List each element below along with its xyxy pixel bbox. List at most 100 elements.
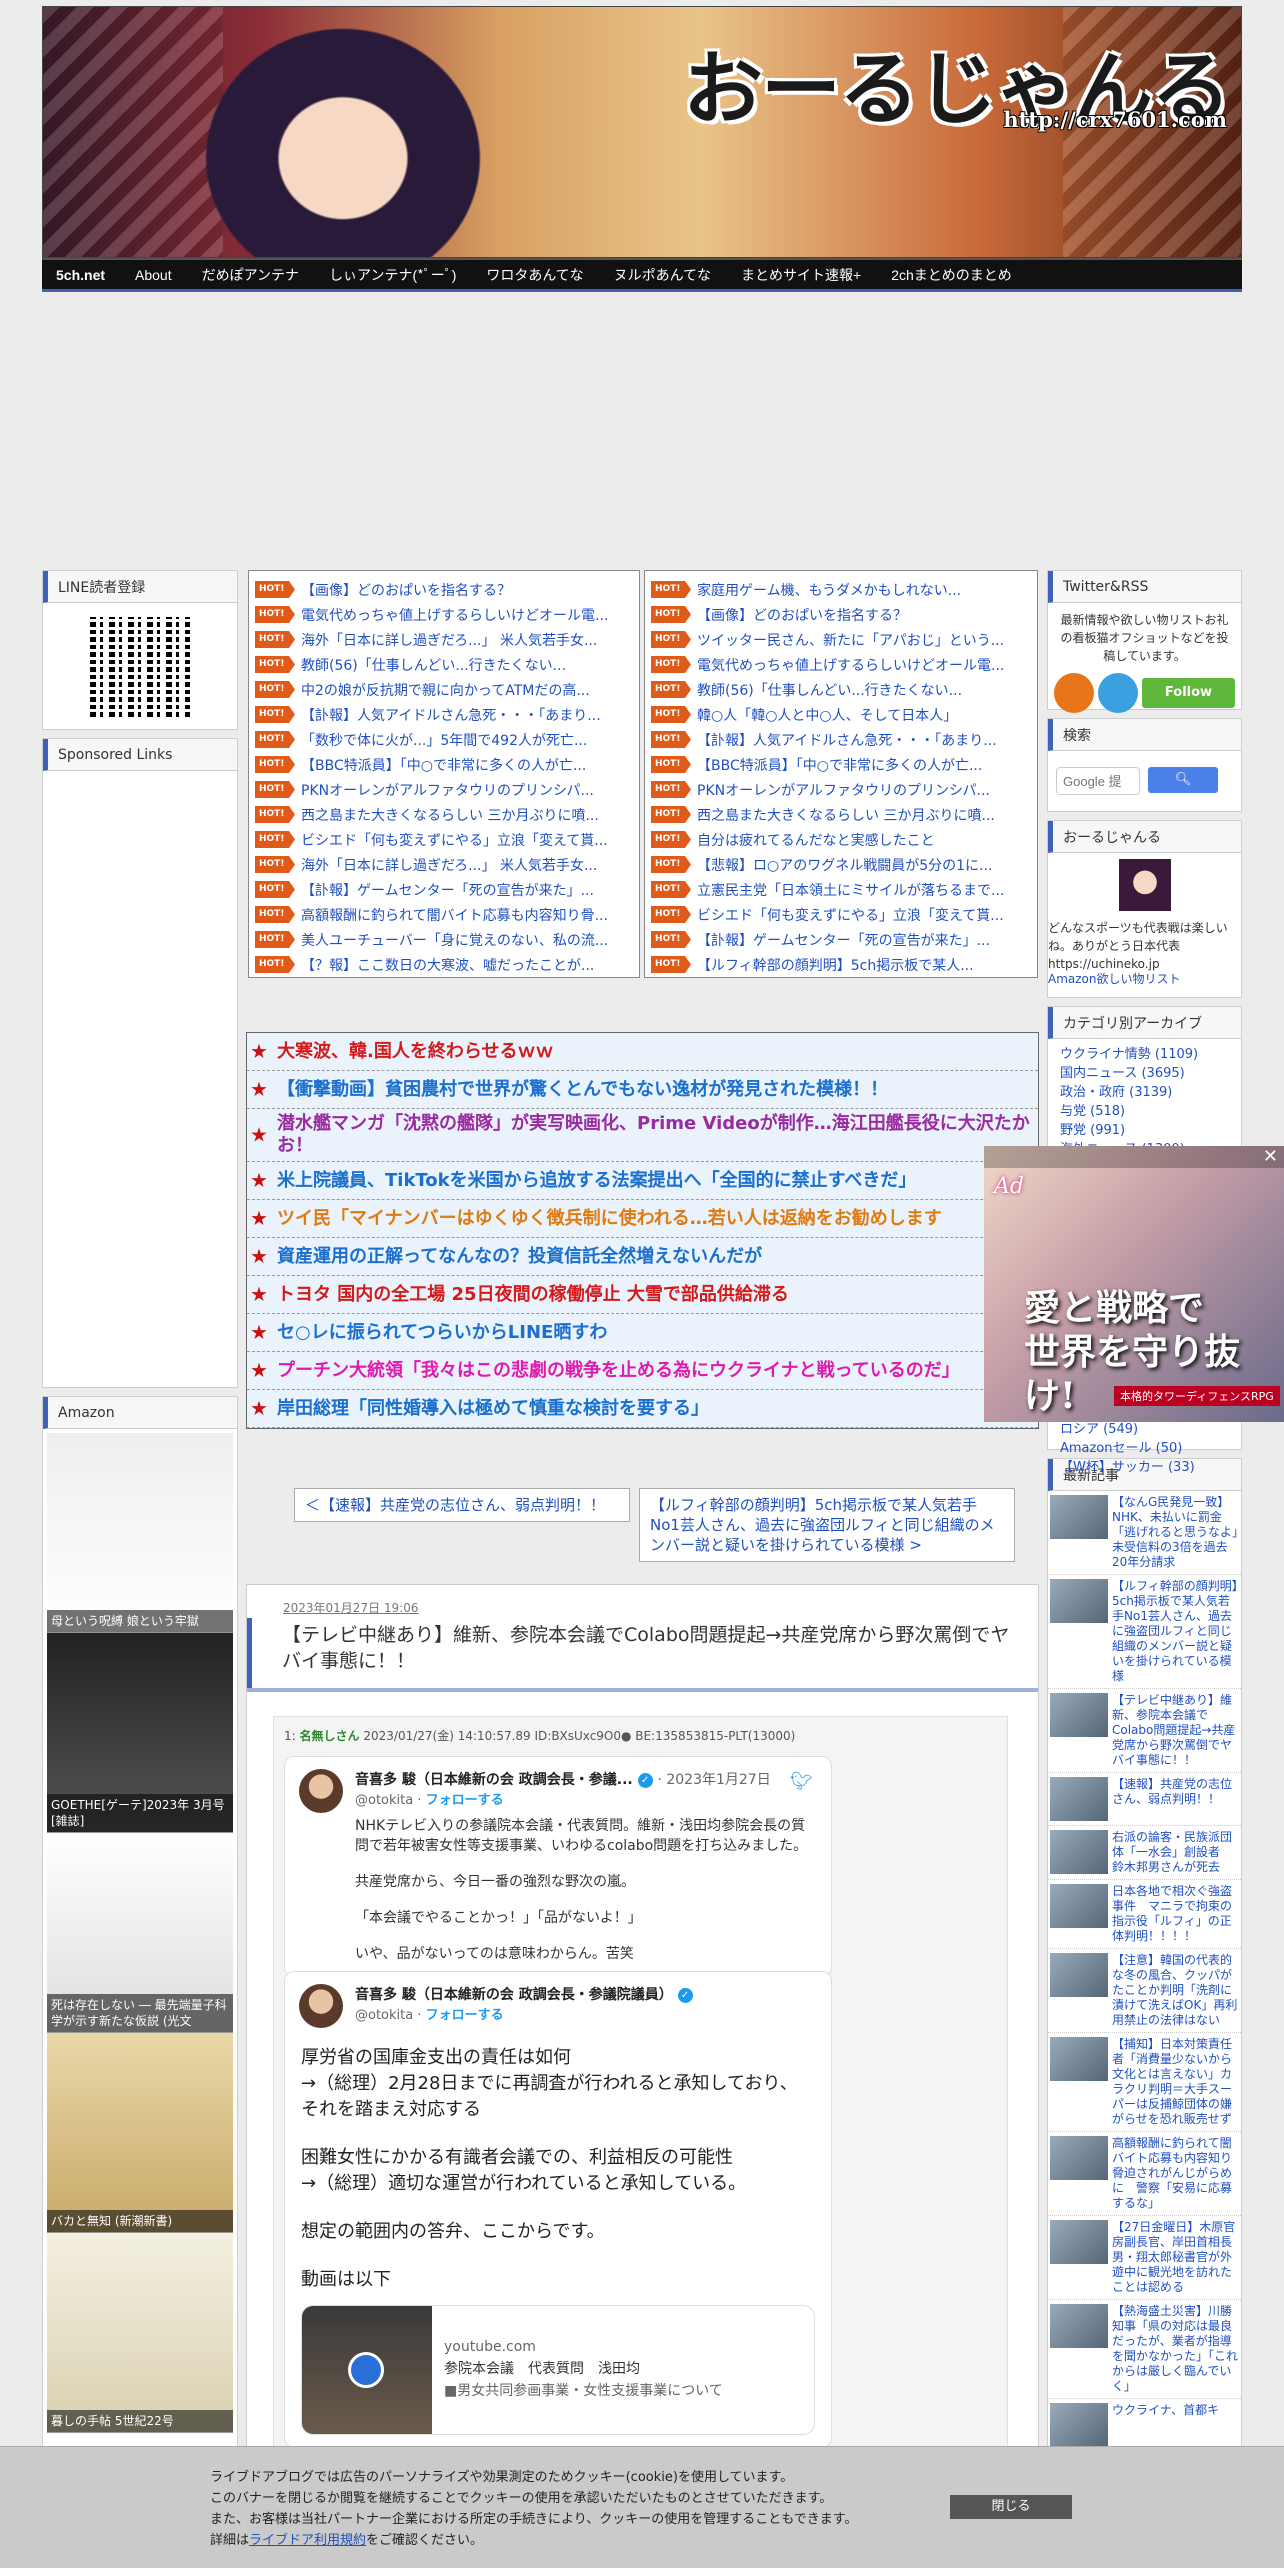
twitter-bird-icon[interactable]: 🐦︎ <box>790 1771 813 1792</box>
news-thumbnail[interactable] <box>1050 1884 1108 1928</box>
headline-link[interactable]: セ○レに振られてつらいからLINE晒すわ <box>277 1322 607 1344</box>
news-item[interactable]: ウクライナ、首都キ <box>1048 2399 1241 2452</box>
news-thumbnail[interactable] <box>1050 1953 1108 1997</box>
news-thumbnail[interactable] <box>1050 2136 1108 2180</box>
news-item[interactable]: 右派の論客・民族派団体「一水会」創設者 鈴木邦男さんが死去 <box>1048 1826 1241 1880</box>
embedded-tweet-2[interactable]: 音喜多 駿（日本維新の会 政調会長・参議院議員） ✓ @otokita · フォ… <box>284 1971 832 2448</box>
news-thumbnail[interactable] <box>1050 1579 1108 1623</box>
rss-link[interactable]: PKNオーレンがアルファタウリのプリンシパ... <box>301 780 594 800</box>
tweet-date[interactable]: · 2023年1月27日 <box>657 1772 770 1788</box>
rss-item[interactable]: HOT! ビシエド「何も変えずにやる」立浪「変えて貰... <box>255 827 633 852</box>
news-item[interactable]: 【捕知】日本対策責任者「消費量少ないから文化とは言えない」カラクリ判明＝大手スー… <box>1048 2033 1241 2132</box>
rss-link[interactable]: 海外「日本に詳し過ぎだろ...」 米人気若手女... <box>301 855 597 875</box>
rss-link[interactable]: ビシエド「何も変えずにやる」立浪「変えて貰... <box>301 830 608 850</box>
category-link[interactable]: 国内ニュース (3695) <box>1048 1064 1241 1083</box>
profile-avatar[interactable] <box>1118 859 1171 911</box>
headline-item[interactable]: トヨタ 国内の全工場 25日夜間の稼働停止 大雪で部品供給滞る <box>247 1276 1038 1314</box>
close-icon[interactable]: ✕ <box>1263 1146 1278 1167</box>
news-item[interactable]: 【テレビ中継あり】維新、参院本会議でColabo問題提起→共産党席から野次罵倒で… <box>1048 1689 1241 1773</box>
headline-item[interactable]: 潜水艦マンガ「沈黙の艦隊」が実写映画化、Prime Videoが制作…海江田艦長… <box>247 1109 1038 1162</box>
amazon-book[interactable]: バカと無知 (新潮新書) <box>47 2033 233 2233</box>
rss-item[interactable]: HOT! 高額報酬に釣られて闇バイト応募も内容知り骨... <box>255 902 633 927</box>
category-link[interactable]: 政治・政府 (3139) <box>1048 1083 1241 1102</box>
rss-link[interactable]: 【訃報】人気アイドルさん急死・・・「あまり... <box>697 730 997 750</box>
next-article-link[interactable]: 【ルフィ幹部の顔判明】5ch掲示板で某人気若手No1芸人さん、過去に強盗団ルフィ… <box>639 1488 1015 1562</box>
rss-link[interactable]: 韓○人「韓○人と中○人、そして日本人」 <box>697 705 957 725</box>
rss-link[interactable]: 【画像】どのおぱいを指名する？ <box>301 580 511 600</box>
nav-link-1[interactable]: About <box>135 267 172 283</box>
qr-code-icon[interactable] <box>82 609 198 725</box>
rss-link[interactable]: 【画像】どのおぱいを指名する？ <box>697 605 907 625</box>
headline-link[interactable]: 岸田総理「同性婚導入は極めて慎重な検討を要する」 <box>277 1398 709 1420</box>
news-thumbnail[interactable] <box>1050 2403 1108 2447</box>
rss-item[interactable]: HOT! 【画像】どのおぱいを指名する？ <box>255 577 633 602</box>
article-title[interactable]: 【テレビ中継あり】維新、参院本会議でColabo問題提起→共産党席から野次罵倒で… <box>247 1618 1038 1688</box>
hatena-icon[interactable] <box>1098 673 1138 713</box>
youtube-card[interactable]: youtube.com 参院本会議 代表質問 浅田均 ■男女共同参画事業・女性支… <box>301 2305 815 2435</box>
profile-link-wishlist[interactable]: Amazon欲しい物リスト <box>1048 972 1241 987</box>
rss-link[interactable]: 【？報】ここ数日の大寒波、嘘だったことが... <box>301 955 594 975</box>
rss-link[interactable]: 電気代めっちゃ値上げするらしいけどオール電... <box>697 655 1004 675</box>
rss-item[interactable]: HOT! 西之島また大きくなるらしい 三か月ぶりに噴... <box>651 802 1031 827</box>
article-date[interactable]: 2023年01月27日 19:06 <box>247 1585 1038 1616</box>
rss-item[interactable]: HOT! 【ルフィ幹部の顔判明】5ch掲示板で某人... <box>651 952 1031 977</box>
rss-item[interactable]: HOT! 家庭用ゲーム機、もうダメかもしれない... <box>651 577 1031 602</box>
headline-link[interactable]: ツイ民「マイナンバーはゆくゆく徴兵制に使われる…若い人は返納をお勧めします <box>277 1208 942 1230</box>
news-link[interactable]: 【テレビ中継あり】維新、参院本会議でColabo問題提起→共産党席から野次罵倒で… <box>1112 1693 1239 1768</box>
headline-link[interactable]: トヨタ 国内の全工場 25日夜間の稼働停止 大雪で部品供給滞る <box>277 1284 789 1306</box>
amazon-book[interactable]: 母という呪縛 娘という牢獄 <box>47 1433 233 1633</box>
news-item[interactable]: 【ルフィ幹部の顔判明】5ch掲示板で某人気若手No1芸人さん、過去に強盗団ルフィ… <box>1048 1575 1241 1689</box>
rss-link[interactable]: 【訃報】ゲームセンター「死の宣告が来た」... <box>301 880 594 900</box>
news-link[interactable]: 【熱海盛土災害】川勝知事「県の対応は最良だったが、業者が指導を聞かなかった」「こ… <box>1112 2304 1239 2394</box>
rss-item[interactable]: HOT! 【訃報】人気アイドルさん急死・・・「あまり... <box>651 727 1031 752</box>
news-item[interactable]: 【27日金曜日】木原官房副長官、岸田首相長男・翔太郎秘書官が外遊中に観光地を訪れ… <box>1048 2216 1241 2300</box>
rss-link[interactable]: 【BBC特派員】「中○で非常に多くの人が亡... <box>697 755 982 775</box>
headline-item[interactable]: 岸田総理「同性婚導入は極めて慎重な検討を要する」 <box>247 1390 1038 1428</box>
category-link[interactable]: ウクライナ情勢 (1109) <box>1048 1045 1241 1064</box>
rss-icon[interactable] <box>1054 673 1094 713</box>
rss-link[interactable]: 【ルフィ幹部の顔判明】5ch掲示板で某人... <box>697 955 974 975</box>
rss-link[interactable]: ツイッター民さん、新たに「アパおじ」という... <box>697 630 1004 650</box>
rss-link[interactable]: 家庭用ゲーム機、もうダメかもしれない... <box>697 580 961 600</box>
nav-link-4[interactable]: ワロタあんてな <box>486 265 583 285</box>
rss-item[interactable]: HOT! 【訃報】ゲームセンター「死の宣告が来た」... <box>255 877 633 902</box>
amazon-book[interactable]: GOETHE[ゲーテ]2023年 3月号 [雑誌] <box>47 1633 233 1833</box>
rss-link[interactable]: ビシエド「何も変えずにやる」立浪「変えて貰... <box>697 905 1004 925</box>
headline-link[interactable]: プーチン大統領「我々はこの悲劇の戦争を止める為にウクライナと戦っているのだ」 <box>277 1360 960 1382</box>
category-link[interactable]: Amazonセール (50) <box>1048 1439 1195 1458</box>
rss-item[interactable]: HOT! 【悲報】ロ○アのワグネル戦闘員が5分の1に... <box>651 852 1031 877</box>
rss-link[interactable]: 美人ユーチューバー「身に覚えのない、私の流... <box>301 930 608 950</box>
news-thumbnail[interactable] <box>1050 1693 1108 1737</box>
tweet-author[interactable]: 音喜多 駿（日本維新の会 政調会長・参議院議員） ✓ <box>355 1984 815 2004</box>
headline-item[interactable]: 資産運用の正解ってなんなの？投資信託全然増えないんだが <box>247 1238 1038 1276</box>
headline-link[interactable]: 潜水艦マンガ「沈黙の艦隊」が実写映画化、Prime Videoが制作…海江田艦長… <box>277 1113 1032 1157</box>
rss-item[interactable]: HOT! 海外「日本に詳し過ぎだろ...」 米人気若手女... <box>255 852 633 877</box>
follow-link[interactable]: フォローする <box>426 1793 504 1808</box>
tweet-author[interactable]: 音喜多 駿（日本維新の会 政調会長・参議... ✓ · 2023年1月27日 <box>355 1769 815 1789</box>
embedded-tweet-1[interactable]: 🐦︎ 音喜多 駿（日本維新の会 政調会長・参議... ✓ · 2023年1月27… <box>284 1756 832 1977</box>
rss-item[interactable]: HOT! 【BBC特派員】「中○で非常に多くの人が亡... <box>651 752 1031 777</box>
news-item[interactable]: 【注意】韓国の代表的な冬の風合、クッパがたことか判明「洗剤に漬けて洗えばOK」再… <box>1048 1949 1241 2033</box>
rss-item[interactable]: HOT! 教師(56)「仕事しんどい...行きたくない... <box>255 652 633 677</box>
news-link[interactable]: 日本各地で相次ぐ強盗事件 マニラで拘束の指示役「ルフィ」の正体判明！！！！ <box>1112 1884 1239 1944</box>
rss-item[interactable]: HOT! 電気代めっちゃ値上げするらしいけどオール電... <box>651 652 1031 677</box>
nav-link-0[interactable]: 5ch.net <box>56 267 105 283</box>
news-item[interactable]: 【速報】共産党の志位さん、弱点判明！！ <box>1048 1773 1241 1826</box>
search-input[interactable] <box>1056 767 1140 795</box>
rss-link[interactable]: 電気代めっちゃ値上げするらしいけどオール電... <box>301 605 608 625</box>
rss-link[interactable]: 立憲民主党「日本領土にミサイルが落ちるまで... <box>697 880 1004 900</box>
rss-item[interactable]: HOT! ビシエド「何も変えずにやる」立浪「変えて貰... <box>651 902 1031 927</box>
video-thumbnail[interactable] <box>302 2306 432 2434</box>
rss-item[interactable]: HOT! 「数秒で体に火が...」5年間で492人が死亡... <box>255 727 633 752</box>
rss-item[interactable]: HOT! 電気代めっちゃ値上げするらしいけどオール電... <box>255 602 633 627</box>
rss-link[interactable]: 「数秒で体に火が...」5年間で492人が死亡... <box>301 730 587 750</box>
rss-item[interactable]: HOT! 【訃報】ゲームセンター「死の宣告が来た」... <box>651 927 1031 952</box>
avatar[interactable] <box>299 1769 343 1813</box>
rss-item[interactable]: HOT! 【BBC特派員】「中○で非常に多くの人が亡... <box>255 752 633 777</box>
news-thumbnail[interactable] <box>1050 1830 1108 1874</box>
rss-link[interactable]: 海外「日本に詳し過ぎだろ...」 米人気若手女... <box>301 630 597 650</box>
news-thumbnail[interactable] <box>1050 2304 1108 2348</box>
rss-item[interactable]: HOT! 自分は疲れてるんだなと実感したこと <box>651 827 1031 852</box>
rss-item[interactable]: HOT! 韓○人「韓○人と中○人、そして日本人」 <box>651 702 1031 727</box>
news-thumbnail[interactable] <box>1050 2037 1108 2081</box>
